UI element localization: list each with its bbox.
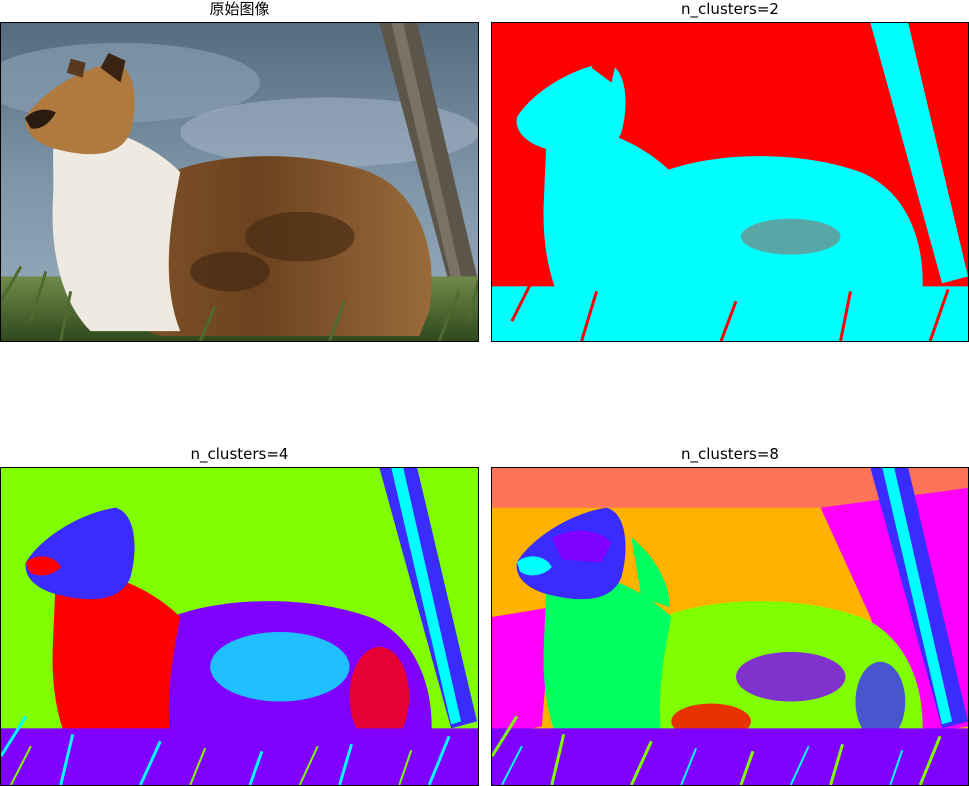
collie-photo xyxy=(1,23,478,341)
segmentation-k2 xyxy=(491,22,969,342)
segmentation-k2-image xyxy=(492,23,968,341)
panel-title-k4: n_clusters=4 xyxy=(190,445,289,463)
segmentation-k8 xyxy=(491,467,969,786)
original-image xyxy=(0,22,479,342)
segmentation-k4-image xyxy=(1,468,478,785)
panel-title-original: 原始图像 xyxy=(209,0,270,18)
panel-title-k2: n_clusters=2 xyxy=(681,0,779,18)
segmentation-k4 xyxy=(0,467,479,786)
segmentation-k8-image xyxy=(492,468,968,785)
panel-title-k8: n_clusters=8 xyxy=(681,445,779,463)
